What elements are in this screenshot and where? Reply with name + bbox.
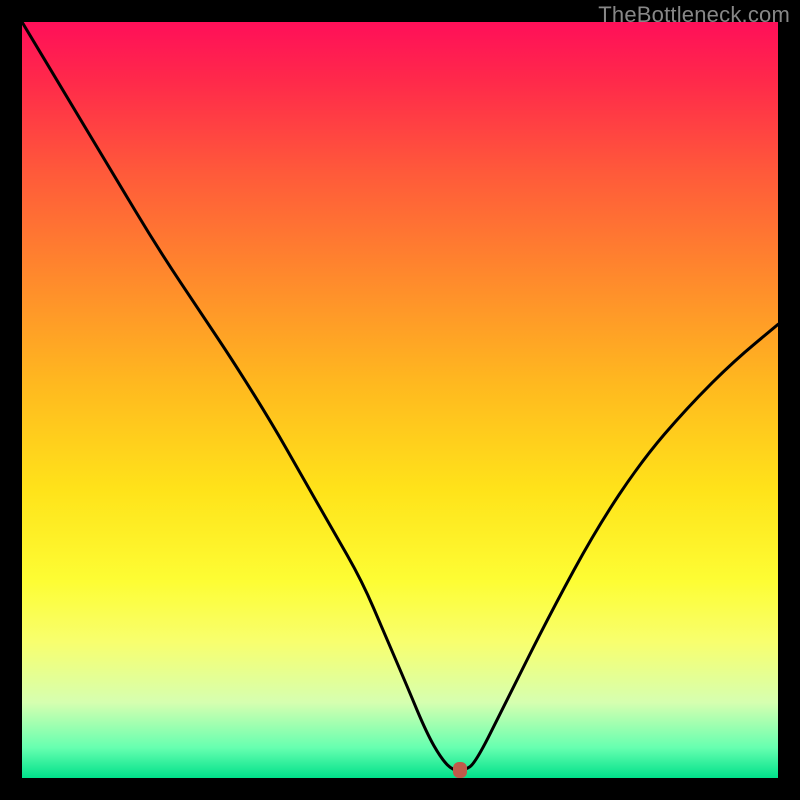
bottleneck-curve <box>22 22 778 770</box>
chart-frame: TheBottleneck.com <box>0 0 800 800</box>
optimum-marker <box>453 762 467 778</box>
plot-area <box>22 22 778 778</box>
curve-svg <box>22 22 778 778</box>
